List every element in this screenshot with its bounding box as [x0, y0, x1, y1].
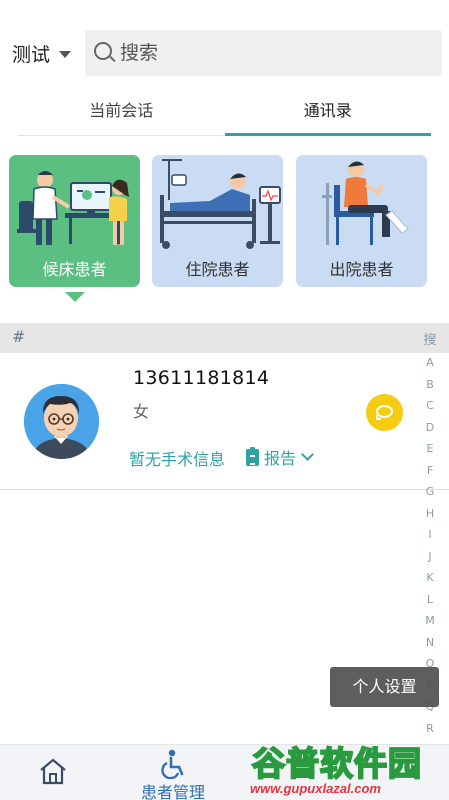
index-letter[interactable]: C	[426, 395, 434, 417]
watermark-title: 谷普软件园	[251, 743, 422, 784]
chevron-down-icon	[59, 51, 72, 58]
header: 测试	[0, 30, 449, 78]
chat-button[interactable]	[366, 394, 403, 431]
index-letter[interactable]: K	[426, 567, 433, 589]
category-card-inpatient[interactable]: 住院患者	[152, 155, 283, 287]
doctor-consultation-illustration	[17, 171, 129, 245]
index-letter[interactable]: N	[426, 632, 434, 654]
section-header: #	[0, 323, 449, 353]
index-search[interactable]: 搜	[423, 330, 436, 352]
selected-category-pointer	[65, 292, 85, 302]
app-screen: 测试 当前会话 通讯录	[0, 0, 449, 800]
hospital-bed-illustration	[160, 159, 281, 249]
discharged-patient-illustration	[322, 161, 409, 245]
contact-gender: 女	[133, 402, 150, 421]
watermark-url: www.gupuxlazal.com	[250, 781, 381, 796]
index-letter[interactable]: R	[426, 718, 434, 740]
report-label: 报告	[264, 449, 297, 468]
index-letter[interactable]: L	[427, 589, 433, 611]
section-letter: #	[12, 327, 26, 346]
nav-home[interactable]	[25, 745, 85, 800]
category-label: 候床患者	[42, 260, 107, 279]
index-letter[interactable]: B	[426, 374, 434, 396]
nav-patient-management[interactable]: 患者管理	[130, 745, 216, 800]
home-icon	[40, 758, 66, 785]
category-card-waiting-bed[interactable]: 候床患者	[9, 155, 140, 287]
contact-row[interactable]: 13611181814 女 暂无手术信息 报告	[0, 353, 449, 490]
index-letter[interactable]: M	[425, 610, 435, 632]
avatar	[24, 384, 99, 459]
contact-phone: 13611181814	[133, 367, 270, 389]
index-letter[interactable]: H	[426, 503, 434, 525]
watermark-logo: 谷普软件园 www.gupuxlazal.com	[246, 737, 446, 799]
chevron-down-icon	[301, 447, 314, 461]
clipboard-icon	[246, 446, 259, 466]
tab-current-sessions[interactable]: 当前会话	[18, 88, 225, 135]
index-letter[interactable]: J	[428, 546, 431, 568]
index-letter[interactable]: E	[427, 438, 434, 460]
wheelchair-icon	[161, 749, 184, 779]
nav-label: 患者管理	[140, 783, 205, 800]
category-label: 出院患者	[329, 260, 394, 279]
search-box[interactable]	[85, 30, 442, 76]
category-card-discharged[interactable]: 出院患者	[296, 155, 427, 287]
category-cards: 候床患者 住院患者 出院患者	[9, 155, 441, 287]
index-letter[interactable]: A	[426, 352, 434, 374]
tab-contacts[interactable]: 通讯录	[224, 88, 432, 136]
tab-bar: 当前会话 通讯录	[18, 88, 431, 136]
report-toggle[interactable]: 报告	[246, 445, 314, 469]
index-letter[interactable]: D	[426, 417, 434, 439]
index-letter[interactable]: F	[427, 460, 433, 482]
index-letter[interactable]: G	[426, 481, 435, 503]
workspace-label: 测试	[12, 44, 51, 66]
index-letter[interactable]: I	[428, 524, 431, 546]
toast-message: 个人设置	[330, 667, 439, 707]
search-icon	[94, 42, 116, 64]
search-input[interactable]	[120, 42, 420, 64]
category-label: 住院患者	[185, 260, 250, 279]
surgery-info: 暂无手术信息	[129, 450, 226, 469]
workspace-selector[interactable]: 测试	[12, 40, 72, 67]
